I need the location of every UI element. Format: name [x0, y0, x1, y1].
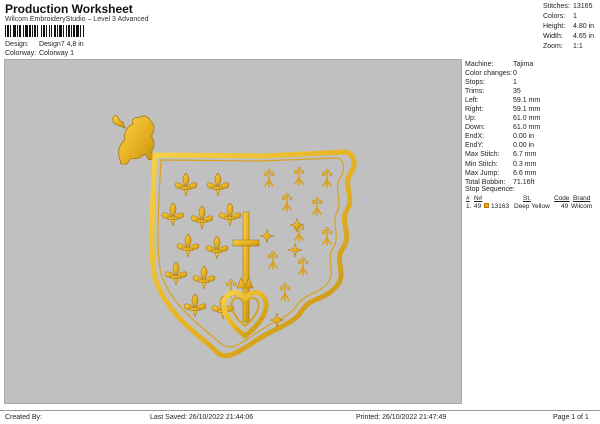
- stat-value: 13165: [573, 3, 593, 10]
- machine-value: 0: [513, 70, 517, 78]
- machine-value: 0.00 in: [513, 142, 535, 150]
- lion-figure: [112, 115, 156, 165]
- footer: Created By: Last Saved: 26/10/2022 21:44…: [0, 410, 600, 424]
- last-saved: Last Saved: 26/10/2022 21:44:06: [150, 414, 254, 421]
- design-preview: [4, 59, 462, 404]
- stop-sequence-title: Stop Sequence:: [465, 186, 515, 193]
- machine-label: Right:: [465, 106, 484, 114]
- machine-row: Machine: Tajima: [465, 60, 600, 69]
- machine-label: Down:: [465, 124, 485, 132]
- row-brand: Wilcom: [571, 203, 593, 210]
- machine-row: Trims: 35: [465, 87, 600, 96]
- machine-value: 0.3 mm: [513, 160, 537, 168]
- machine-value: 35: [513, 88, 521, 96]
- stop-sequence-header: # N# St. Code Brand: [465, 195, 600, 203]
- machine-label: Max Jump:: [465, 169, 500, 177]
- machine-value: 59.1 mm: [513, 106, 541, 114]
- machine-label: EndX:: [465, 133, 485, 141]
- machine-details: Machine: Tajima Color changes: 0 Stops: 1 T…: [465, 60, 600, 187]
- machine-label: EndY:: [465, 142, 484, 150]
- heart-cross-emblem: [221, 211, 269, 340]
- stat-value: 1:1: [573, 43, 583, 50]
- machine-row: EndX: 0.00 in: [465, 132, 600, 141]
- stat-label: Zoom:: [543, 43, 563, 50]
- stat-value: 1: [573, 13, 577, 20]
- printed-date: Printed: 26/10/2022 21:47:49: [356, 414, 447, 421]
- barcode: [5, 25, 113, 37]
- design-stats: Stitches: 13165 Colors: 1 Height: 4.80 in W…: [543, 2, 600, 52]
- stat-row: Height: 4.80 in: [543, 22, 600, 32]
- machine-row: Down: 61.0 mm: [465, 123, 600, 132]
- design-label: Design:: [5, 41, 29, 48]
- col-needle: N#: [474, 195, 483, 202]
- machine-value: 61.0 mm: [513, 115, 541, 123]
- machine-row: Min Stitch: 0.3 mm: [465, 160, 600, 169]
- stat-value: 4.65 in: [573, 33, 595, 40]
- created-by: Created By:: [5, 414, 42, 421]
- row-stitches: 13163: [491, 203, 510, 210]
- machine-value: 1: [513, 79, 517, 87]
- stat-row: Zoom: 1:1: [543, 42, 600, 52]
- machine-value: 6.7 mm: [513, 151, 537, 159]
- machine-value: 61.0 mm: [513, 124, 541, 132]
- stat-label: Colors:: [543, 13, 566, 20]
- machine-value: 6.6 mm: [513, 169, 537, 177]
- machine-label: Left:: [465, 97, 479, 105]
- machine-value: 71.16ft: [513, 178, 535, 186]
- machine-row: Stops: 1: [465, 78, 600, 87]
- machine-label: Machine:: [465, 61, 494, 68]
- machine-row: Max Jump: 6.6 mm: [465, 169, 600, 178]
- stat-value: 4.80 in: [573, 23, 595, 30]
- machine-label: Up:: [465, 115, 476, 123]
- worksheet-title: Production Worksheet: [5, 2, 133, 16]
- machine-label: Color changes:: [465, 70, 513, 78]
- stat-row: Width: 4.65 in: [543, 32, 600, 42]
- col-stitches: St.: [523, 195, 531, 202]
- software-name: Wilcom EmbroideryStudio – Level 3 Advanc…: [5, 16, 149, 23]
- row-thread-name: Deep Yellow: [514, 203, 550, 210]
- machine-label: Trims:: [465, 88, 485, 96]
- thread-color-swatch: [484, 203, 489, 208]
- stat-label: Width:: [543, 33, 563, 40]
- machine-row: EndY: 0.00 in: [465, 141, 600, 150]
- row-index: 1.: [466, 203, 472, 210]
- col-brand: Brand: [573, 195, 591, 202]
- page-number: Page 1 of 1: [553, 414, 589, 421]
- stat-label: Height:: [543, 23, 566, 30]
- row-needle: 49: [474, 203, 482, 210]
- machine-label: Min Stitch:: [465, 160, 498, 168]
- embroidery-design-image: [112, 115, 357, 359]
- colorway-value: Colorway 1: [38, 50, 74, 57]
- row-code: 49: [561, 203, 569, 210]
- design-info: Design: Design7 4,8 in: [5, 41, 84, 48]
- machine-row: Color changes: 0: [465, 69, 600, 78]
- col-index: #: [466, 195, 470, 202]
- stat-row: Stitches: 13165: [543, 2, 600, 12]
- col-code: Code: [554, 195, 570, 202]
- machine-value: 0.00 in: [513, 133, 535, 141]
- machine-label: Max Stitch:: [465, 151, 500, 159]
- machine-row: Max Stitch: 6.7 mm: [465, 150, 600, 159]
- machine-row: Right: 59.1 mm: [465, 105, 600, 114]
- machine-label: Stops:: [465, 79, 485, 87]
- machine-row: Left: 59.1 mm: [465, 96, 600, 105]
- machine-value: Tajima: [513, 61, 534, 68]
- machine-row: Up: 61.0 mm: [465, 114, 600, 123]
- colorway-info: Colorway: Colorway 1: [5, 50, 74, 57]
- stat-label: Stitches:: [543, 3, 570, 10]
- stat-row: Colors: 1: [543, 12, 600, 22]
- stop-sequence-row: 1. 49 13163 Deep Yellow 49 Wilcom: [465, 203, 600, 211]
- colorway-label: Colorway:: [5, 50, 37, 57]
- machine-value: 59.1 mm: [513, 97, 541, 105]
- design-value: Design7 4,8 in: [38, 41, 84, 48]
- shield-outline: [149, 149, 357, 359]
